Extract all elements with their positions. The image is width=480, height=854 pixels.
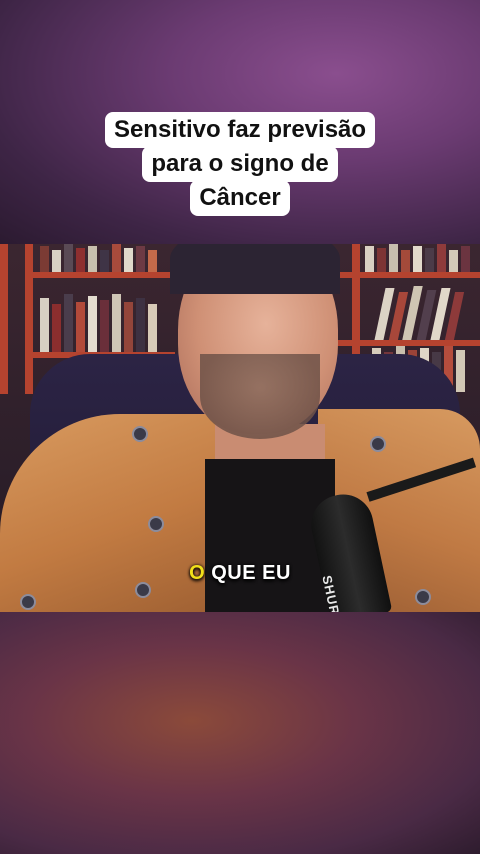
book <box>64 244 73 272</box>
shelf-post <box>0 244 8 394</box>
book <box>413 246 422 272</box>
blurred-background-bottom <box>0 612 480 854</box>
book <box>425 248 434 272</box>
book <box>76 302 85 352</box>
book <box>437 244 446 272</box>
book <box>456 350 465 392</box>
book <box>401 250 410 272</box>
jacket-button <box>370 436 386 452</box>
video-frame[interactable]: SHURE <box>0 244 480 612</box>
book <box>148 304 157 352</box>
book <box>148 250 157 272</box>
caption-text: QUE EU <box>211 562 291 584</box>
book <box>40 246 49 272</box>
book <box>64 294 73 352</box>
book <box>377 248 386 272</box>
book <box>365 246 374 272</box>
video-headline: Sensitivo faz previsão para o signo de C… <box>0 112 480 216</box>
book <box>136 298 145 352</box>
book <box>40 298 49 352</box>
beard <box>200 354 320 439</box>
book <box>461 246 470 272</box>
book <box>52 304 61 352</box>
shelf-board <box>25 272 175 278</box>
book <box>52 250 61 272</box>
book <box>112 294 121 352</box>
caption-highlight-word: O <box>189 562 206 584</box>
book <box>100 250 109 272</box>
book <box>112 244 121 272</box>
jacket-button <box>20 594 36 610</box>
book <box>449 250 458 272</box>
jacket-button <box>148 516 164 532</box>
book <box>100 300 109 352</box>
book <box>124 302 133 352</box>
book <box>88 296 97 352</box>
book <box>389 244 398 272</box>
book <box>76 248 85 272</box>
book <box>124 248 133 272</box>
subtitle-caption: O QUE EU <box>0 562 480 585</box>
shelf-post <box>25 244 33 394</box>
hair <box>170 244 340 294</box>
jacket-button <box>415 589 431 605</box>
headline-line-1: Sensitivo faz previsão <box>104 112 376 148</box>
book <box>88 246 97 272</box>
book <box>136 246 145 272</box>
headline-line-2: para o signo de <box>142 146 338 182</box>
headline-line-3: Câncer <box>190 180 290 216</box>
jacket-button <box>132 426 148 442</box>
